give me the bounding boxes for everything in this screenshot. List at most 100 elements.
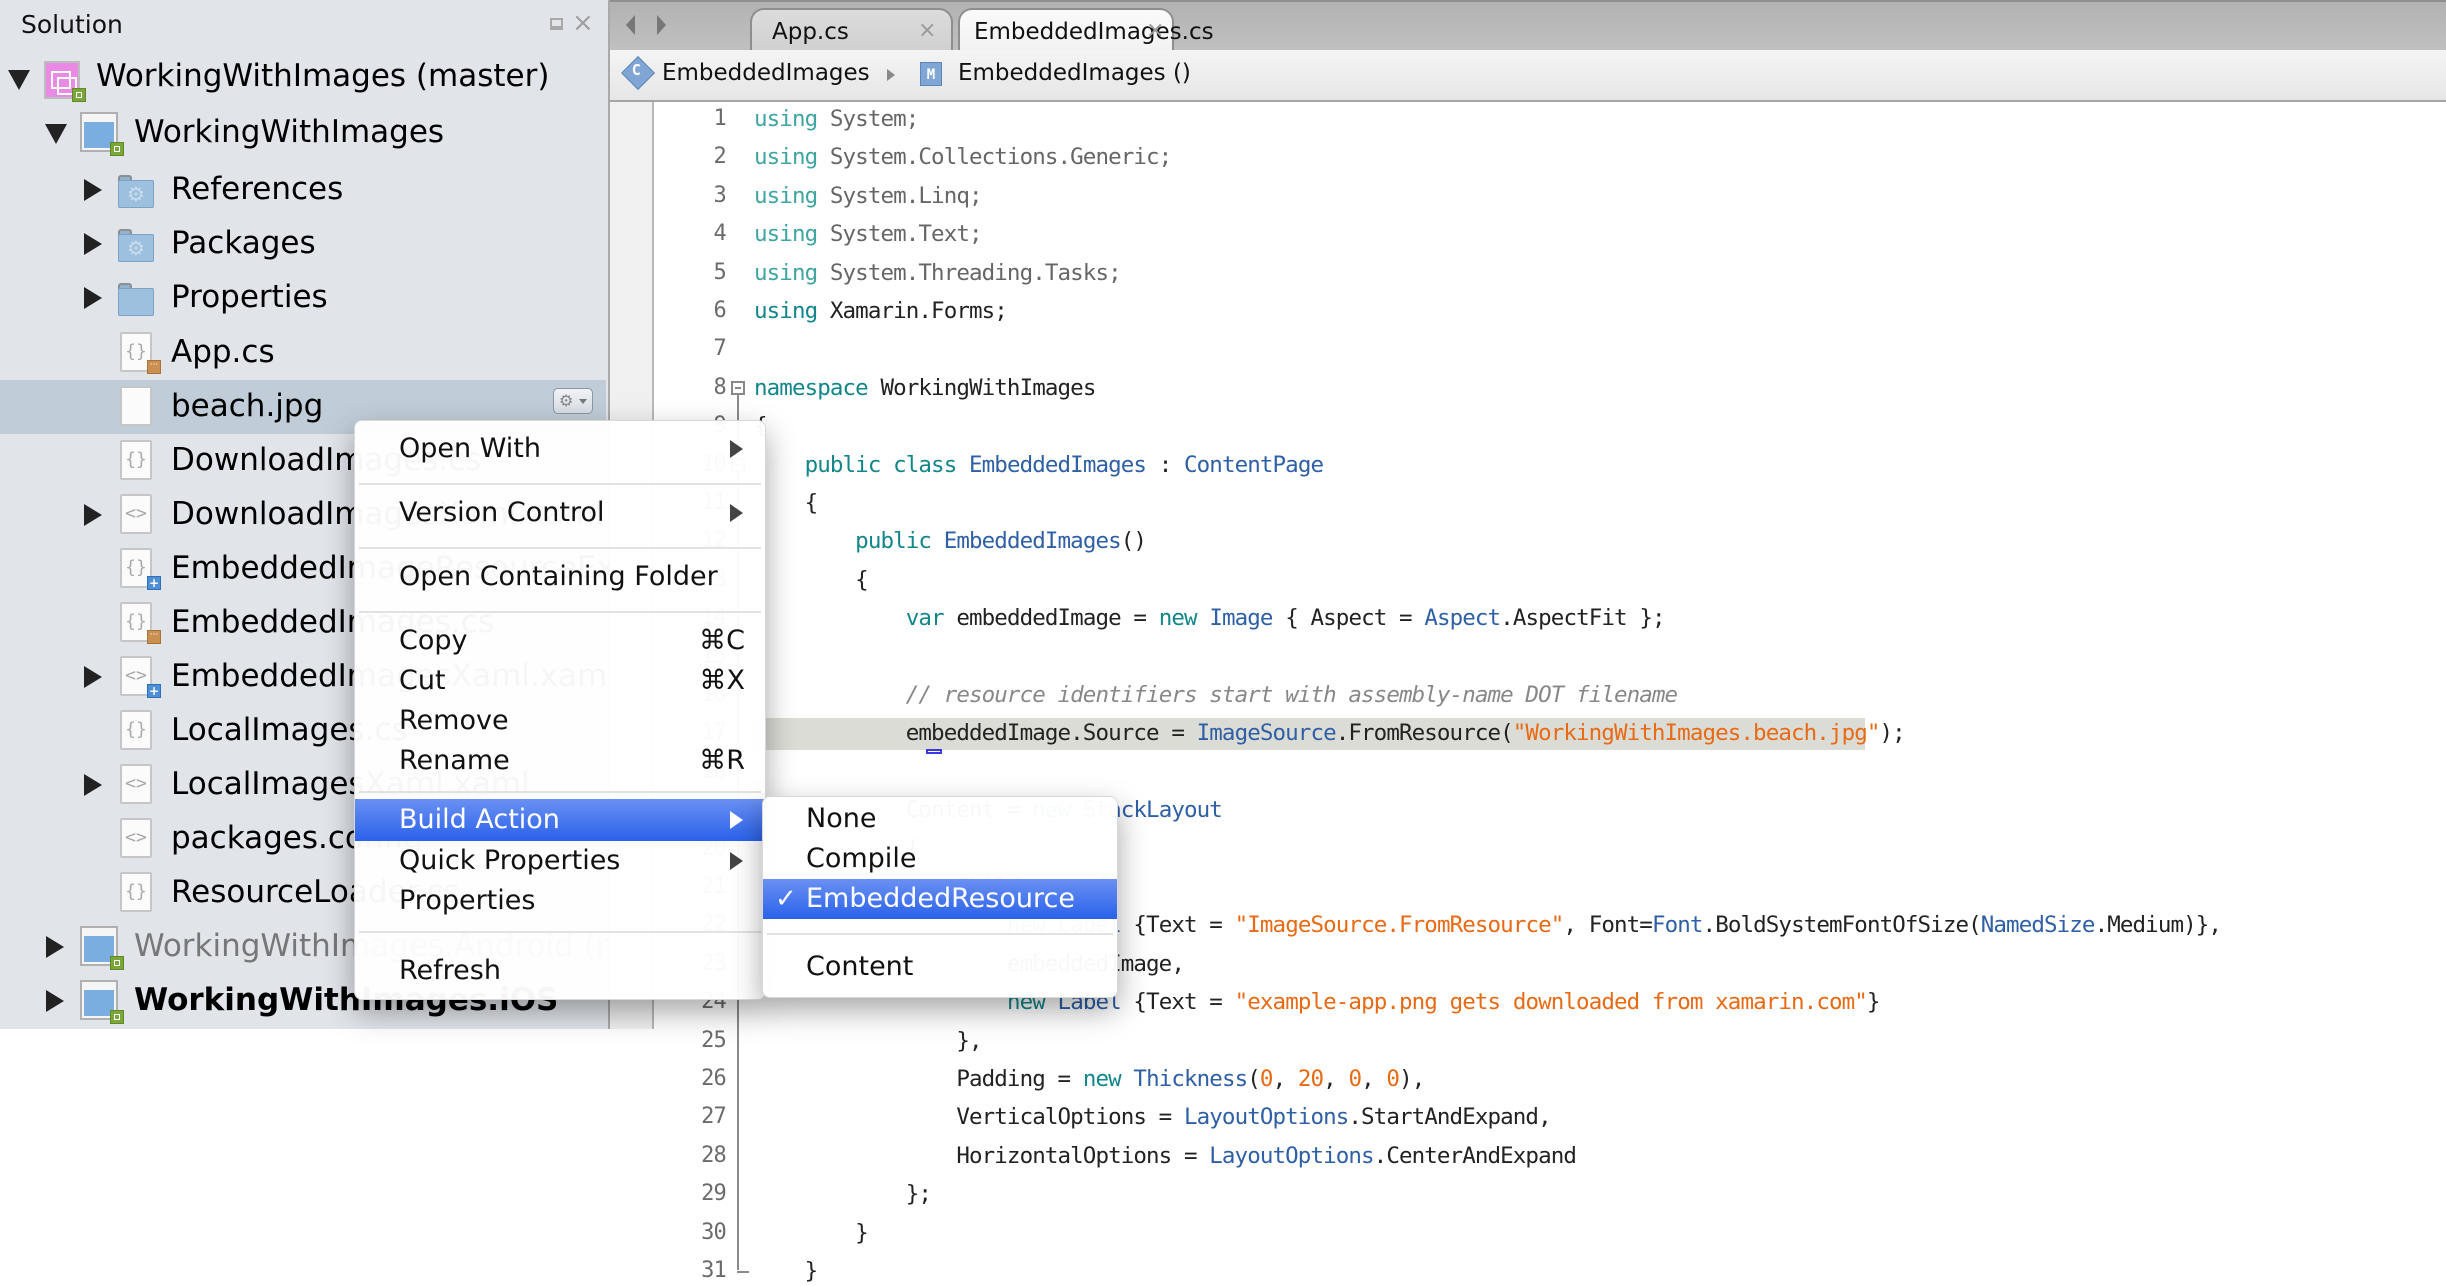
code-token: { [754, 567, 869, 593]
chevron-right-icon[interactable] [657, 15, 666, 35]
menu-item-cut[interactable]: Cut ⌘X [355, 661, 765, 701]
tree-item-label: Properties [171, 279, 328, 315]
tree-item-references[interactable]: ⚙ References [0, 163, 606, 217]
close-icon[interactable]: × [918, 18, 936, 43]
submenu-arrow-icon [730, 852, 743, 870]
code-token: } [754, 1258, 819, 1284]
submenu-item-compile[interactable]: Compile [763, 839, 1117, 879]
tree-item-packages[interactable]: ⚙ Packages [0, 217, 606, 271]
menu-item-properties[interactable]: Properties [355, 881, 765, 921]
solution-pad-header: Solution × [0, 0, 608, 50]
code-token: using [754, 106, 818, 132]
menu-item-label: Compile [806, 843, 917, 874]
code-line[interactable]: using System.Text; [754, 219, 983, 249]
tree-item-project[interactable]: WorkingWithImages [0, 107, 606, 161]
code-line[interactable]: using System.Collections.Generic; [754, 142, 1172, 172]
code-line[interactable]: VerticalOptions = LayoutOptions.StartAnd… [754, 1102, 1551, 1132]
code-token: System.Collections.Generic; [817, 144, 1172, 170]
chevron-right-icon [887, 69, 895, 81]
code-token: WorkingWithImages [867, 375, 1096, 401]
breadcrumb-method[interactable]: EmbeddedImages () [958, 60, 1191, 86]
menu-item-label: Build Action [399, 804, 560, 835]
code-token: .AspectFit }; [1500, 605, 1665, 631]
menu-item-rename[interactable]: Rename ⌘R [355, 741, 765, 781]
code-line[interactable]: HorizontalOptions = LayoutOptions.Center… [754, 1141, 1577, 1171]
code-line[interactable]: using System; [754, 104, 919, 134]
code-token: System.Threading.Tasks; [817, 260, 1122, 286]
code-line[interactable]: public EmbeddedImages() [754, 526, 1147, 556]
line-number: 30 [701, 1220, 727, 1245]
code-token: .BoldSystemFontOfSize( [1702, 912, 1982, 938]
code-line[interactable]: var embeddedImage = new Image { Aspect =… [754, 603, 1666, 633]
menu-item-copy[interactable]: Copy ⌘C [355, 621, 765, 661]
code-token: Thickness [1133, 1066, 1248, 1092]
tree-item-app-cs[interactable]: {} ··· App.cs [0, 326, 606, 380]
menu-item-version-control[interactable]: Version Control [355, 493, 765, 533]
expand-toggle-icon[interactable] [46, 990, 64, 1012]
code-line[interactable]: using Xamarin.Forms; [754, 296, 1008, 326]
tab-app-cs[interactable]: App.cs × [750, 8, 953, 54]
menu-item-quick-properties[interactable]: Quick Properties [355, 841, 765, 881]
menu-item-build-action[interactable]: Build Action [355, 799, 765, 841]
expand-toggle-icon[interactable] [45, 124, 67, 144]
submenu-item-content[interactable]: Content [763, 947, 1117, 987]
method-icon: M [920, 62, 942, 86]
code-line[interactable]: // resource identifiers start with assem… [754, 680, 1678, 710]
code-token: }, [754, 1028, 982, 1054]
menu-item-open-with[interactable]: Open With [355, 429, 765, 469]
code-line[interactable]: } [754, 1218, 869, 1248]
expand-toggle-icon[interactable] [46, 936, 64, 958]
tree-item-solution[interactable]: WorkingWithImages (master) [0, 53, 606, 107]
close-icon[interactable]: × [572, 8, 594, 38]
close-icon[interactable]: × [1146, 18, 1164, 43]
tree-item-label: WorkingWithImages (master) [96, 58, 550, 94]
expand-toggle-icon[interactable] [84, 233, 102, 255]
code-line[interactable]: using System.Linq; [754, 181, 983, 211]
expand-toggle-icon[interactable] [8, 70, 30, 90]
breadcrumb-class[interactable]: EmbeddedImages [662, 60, 870, 86]
code-token: namespace [754, 375, 869, 401]
code-token: {Text = [1120, 989, 1235, 1015]
menu-item-label: Properties [399, 885, 536, 916]
expand-toggle-icon[interactable] [84, 774, 102, 796]
code-line[interactable]: namespace WorkingWithImages [754, 373, 1096, 403]
code-token: , [1323, 1066, 1349, 1092]
line-number: 26 [701, 1066, 727, 1091]
maximize-icon[interactable] [550, 18, 563, 30]
menu-item-open-containing-folder[interactable]: Open Containing Folder [355, 557, 765, 597]
submenu-item-none[interactable]: None [763, 799, 1117, 839]
code-line[interactable]: }; [754, 1179, 932, 1209]
code-line[interactable]: }, [754, 1026, 982, 1056]
expand-toggle-icon[interactable] [84, 287, 102, 309]
menu-item-label: EmbeddedResource [806, 883, 1075, 914]
expand-toggle-icon[interactable] [84, 504, 102, 526]
tab-label: EmbeddedImages.cs [974, 19, 1214, 45]
code-token: public class [804, 452, 958, 478]
expand-toggle-icon[interactable] [84, 666, 102, 688]
menu-item-remove[interactable]: Remove [355, 701, 765, 741]
code-token: { Aspect = [1272, 605, 1425, 631]
code-token: using [754, 183, 818, 209]
code-line[interactable]: } [754, 1256, 819, 1286]
menu-separator [359, 611, 761, 613]
fold-toggle-icon[interactable] [731, 381, 745, 395]
code-token: Aspect [1424, 605, 1501, 631]
code-token: Image [1209, 605, 1273, 631]
code-token: var [905, 605, 945, 631]
tab-embeddedimages-cs[interactable]: EmbeddedImages.cs × [958, 8, 1214, 56]
menu-item-refresh[interactable]: Refresh [355, 951, 765, 991]
code-line[interactable]: using System.Threading.Tasks; [754, 258, 1122, 288]
code-line[interactable]: embeddedImage.Source = ImageSource.FromR… [754, 718, 1906, 748]
submenu-item-embedded-resource[interactable]: ✓ EmbeddedResource [763, 879, 1117, 919]
code-line[interactable]: { [754, 565, 869, 595]
row-options-button[interactable]: ⚙ [553, 388, 593, 414]
line-number: 3 [713, 183, 727, 208]
tree-item-properties[interactable]: Properties [0, 271, 606, 325]
expand-toggle-icon[interactable] [84, 179, 102, 201]
chevron-left-icon[interactable] [626, 15, 635, 35]
code-line[interactable]: public class EmbeddedImages : ContentPag… [754, 450, 1324, 480]
code-token: , [1361, 1066, 1387, 1092]
code-line[interactable]: Padding = new Thickness(0, 20, 0, 0), [754, 1064, 1425, 1094]
